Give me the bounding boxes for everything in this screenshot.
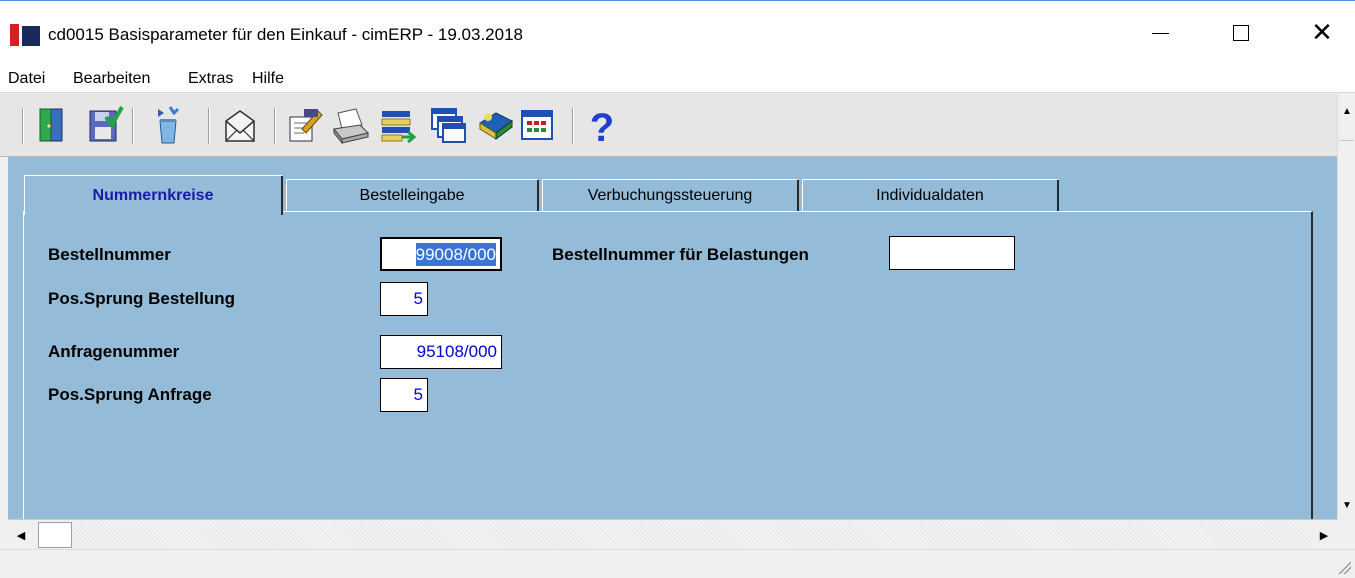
calendar-grid-icon[interactable] <box>518 103 558 147</box>
menu-datei[interactable]: Datei <box>8 70 45 88</box>
help-question-icon[interactable]: ? <box>582 103 622 147</box>
list-transfer-icon[interactable] <box>378 103 418 147</box>
toolbar-separator <box>132 108 134 144</box>
menu-bar: Datei Bearbeiten Extras Hilfe <box>0 65 1355 93</box>
close-icon: ✕ <box>1311 18 1333 48</box>
printer-icon[interactable] <box>330 103 370 147</box>
scroll-down-icon[interactable]: ▼ <box>1338 496 1355 514</box>
vertical-scrollbar[interactable]: ▲ ▼ <box>1337 94 1355 519</box>
status-bar <box>0 549 1355 578</box>
scroll-thumb[interactable] <box>1339 140 1354 155</box>
pos-sprung-anfrage-field[interactable]: 5 <box>380 378 428 412</box>
scroll-right-icon[interactable]: ▶ <box>1311 522 1337 548</box>
save-check-icon[interactable] <box>86 103 126 147</box>
tab-individualdaten[interactable]: Individualdaten <box>802 179 1059 211</box>
windows-stack-icon[interactable] <box>428 103 468 147</box>
anfragenummer-label: Anfragenummer <box>48 342 180 361</box>
tab-bestelleingabe[interactable]: Bestelleingabe <box>286 179 539 211</box>
scroll-thumb[interactable] <box>38 522 72 548</box>
app-logo-icon <box>10 24 40 46</box>
maximize-icon <box>1233 25 1249 41</box>
menu-extras[interactable]: Extras <box>188 70 233 88</box>
pos-sprung-bestellung-field[interactable]: 5 <box>380 282 428 316</box>
bestellnummer-field[interactable]: 99008/000 <box>380 237 502 271</box>
scroll-left-icon[interactable]: ◀ <box>8 522 34 548</box>
toolbar-separator <box>22 108 24 144</box>
edit-document-icon[interactable] <box>284 103 324 147</box>
horizontal-scrollbar[interactable]: ◀ ▶ <box>8 519 1337 549</box>
tab-verbuchungssteuerung[interactable]: Verbuchungssteuerung <box>542 179 799 211</box>
toolbar-separator <box>274 108 276 144</box>
pos-sprung-anfrage-label: Pos.Sprung Anfrage <box>48 385 212 404</box>
close-button[interactable]: ✕ <box>1292 11 1352 55</box>
exit-door-icon[interactable] <box>30 103 70 147</box>
menu-bearbeiten[interactable]: Bearbeiten <box>73 70 150 88</box>
tab-nummernkreise[interactable]: Nummernkreise <box>24 175 283 215</box>
scroll-up-icon[interactable]: ▲ <box>1338 102 1355 120</box>
minimize-icon <box>1151 32 1169 34</box>
bestellnummer-belastungen-field[interactable] <box>889 236 1015 270</box>
toolbar: ? <box>0 94 1337 157</box>
menu-hilfe[interactable]: Hilfe <box>252 70 284 88</box>
anfragenummer-field[interactable]: 95108/000 <box>380 335 502 369</box>
title-bar: cd0015 Basisparameter für den Einkauf - … <box>0 1 1355 65</box>
bestellnummer-belastungen-label: Bestellnummer für Belastungen <box>552 245 809 264</box>
mail-envelope-icon[interactable] <box>220 103 260 147</box>
resize-grip-icon[interactable] <box>1337 560 1351 574</box>
maximize-button[interactable] <box>1211 11 1271 55</box>
recycle-bin-icon[interactable] <box>148 103 188 147</box>
window-title: cd0015 Basisparameter für den Einkauf - … <box>48 25 524 44</box>
toolbar-separator <box>208 108 210 144</box>
book-icon[interactable] <box>476 103 516 147</box>
pos-sprung-bestellung-label: Pos.Sprung Bestellung <box>48 289 236 308</box>
bestellnummer-label: Bestellnummer <box>48 245 171 264</box>
minimize-button[interactable] <box>1130 11 1190 55</box>
scroll-track[interactable] <box>72 522 1311 548</box>
svg-text:?: ? <box>590 106 614 147</box>
application-window: cd0015 Basisparameter für den Einkauf - … <box>0 0 1355 578</box>
toolbar-separator <box>572 108 574 144</box>
